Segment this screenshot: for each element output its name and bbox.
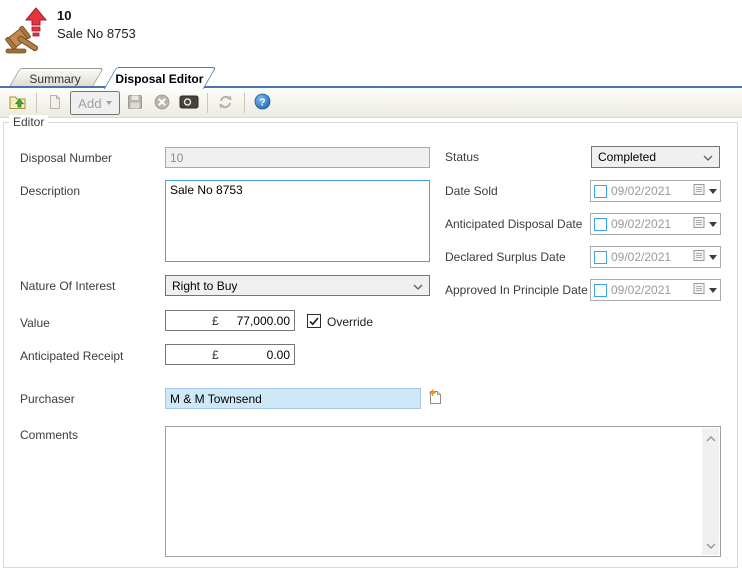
- chevron-down-icon: [703, 150, 713, 164]
- toolbar: Add: [0, 89, 742, 118]
- nature-of-interest-select[interactable]: Right to Buy: [165, 275, 430, 296]
- status-select[interactable]: Completed: [591, 146, 720, 168]
- anticipated-receipt-input[interactable]: £ 0.00: [165, 344, 295, 365]
- cancel-button[interactable]: [150, 91, 174, 115]
- date-dropdown-arrow-icon[interactable]: [709, 189, 717, 194]
- status-label: Status: [445, 150, 479, 164]
- date-sold-label: Date Sold: [445, 184, 498, 198]
- disposal-number-input[interactable]: 10: [165, 147, 430, 168]
- nature-of-interest-value: Right to Buy: [172, 279, 237, 293]
- save-icon: [127, 94, 143, 113]
- date-dropdown-arrow-icon[interactable]: [709, 255, 717, 260]
- disposal-number-value: 10: [170, 151, 183, 165]
- open-folder-icon: [9, 94, 27, 113]
- value-label: Value: [20, 316, 50, 330]
- declared-surplus-date-value: 09/02/2021: [611, 250, 689, 264]
- svg-text:?: ?: [260, 96, 266, 108]
- status-value: Completed: [598, 150, 656, 164]
- purchaser-label: Purchaser: [20, 392, 75, 406]
- comments-textarea[interactable]: [165, 426, 721, 557]
- nature-of-interest-label: Nature Of Interest: [20, 279, 115, 293]
- camera-icon: [179, 94, 199, 113]
- purchaser-input[interactable]: M & M Townsend: [165, 388, 421, 409]
- date-sold-field[interactable]: 09/02/2021: [590, 180, 721, 202]
- anticipated-disposal-date-checkbox[interactable]: [594, 218, 607, 231]
- value-input[interactable]: £ 77,000.00: [165, 310, 295, 331]
- declared-surplus-date-field[interactable]: 09/02/2021: [590, 246, 721, 268]
- save-button[interactable]: [123, 91, 147, 115]
- calendar-icon: [693, 216, 705, 232]
- new-document-icon: [47, 94, 63, 113]
- anticipated-disposal-date-value: 09/02/2021: [611, 217, 689, 231]
- anticipated-disposal-date-label: Anticipated Disposal Date: [445, 217, 582, 231]
- tab-summary[interactable]: Summary: [8, 68, 104, 88]
- chevron-down-icon: [413, 279, 423, 293]
- calendar-icon: [693, 282, 705, 298]
- date-dropdown-arrow-icon[interactable]: [709, 288, 717, 293]
- anticipated-receipt-amount: 0.00: [219, 348, 290, 362]
- scroll-up-icon: [706, 431, 716, 445]
- override-label: Override: [327, 315, 373, 329]
- add-button-label: Add: [78, 96, 102, 111]
- value-amount: 77,000.00: [219, 314, 290, 328]
- purchaser-value: M & M Townsend: [170, 392, 262, 406]
- approved-in-principle-date-label: Approved In Principle Date: [445, 283, 588, 297]
- refresh-button[interactable]: [214, 91, 238, 115]
- disposal-number-label: Disposal Number: [20, 151, 112, 165]
- disposal-editor-window: 10 Sale No 8753 Summary Disposal Editor: [0, 0, 742, 568]
- description-value: Sale No 8753: [170, 183, 243, 197]
- help-icon: ?: [254, 93, 271, 113]
- tab-summary-label: Summary: [30, 72, 81, 86]
- record-id: 10: [57, 8, 71, 23]
- record-title: Sale No 8753: [57, 26, 136, 41]
- cancel-icon: [154, 94, 170, 113]
- approved-in-principle-date-checkbox[interactable]: [594, 284, 607, 297]
- comments-label: Comments: [20, 428, 78, 442]
- open-record-button[interactable]: [6, 91, 30, 115]
- purchaser-lookup-button[interactable]: [426, 390, 444, 408]
- add-button[interactable]: Add: [70, 91, 120, 115]
- calendar-icon: [693, 183, 705, 199]
- purchaser-lookup-icon: [427, 389, 443, 409]
- date-sold-checkbox[interactable]: [594, 185, 607, 198]
- declared-surplus-date-label: Declared Surplus Date: [445, 250, 566, 264]
- anticipated-receipt-label: Anticipated Receipt: [20, 349, 123, 363]
- add-dropdown-icon: [106, 101, 112, 105]
- description-textarea[interactable]: Sale No 8753: [165, 180, 430, 262]
- check-icon: [309, 317, 319, 326]
- new-document-button[interactable]: [43, 91, 67, 115]
- override-checkbox[interactable]: [307, 314, 321, 328]
- approved-in-principle-date-field[interactable]: 09/02/2021: [590, 279, 721, 301]
- toolbar-separator: [207, 93, 208, 113]
- anticipated-disposal-date-field[interactable]: 09/02/2021: [590, 213, 721, 235]
- description-label: Description: [20, 184, 80, 198]
- tab-disposal-editor[interactable]: Disposal Editor: [104, 67, 217, 89]
- tab-disposal-editor-label: Disposal Editor: [116, 72, 204, 86]
- approved-in-principle-date-value: 09/02/2021: [611, 283, 689, 297]
- toolbar-separator: [36, 93, 37, 113]
- toolbar-separator: [244, 93, 245, 113]
- camera-button[interactable]: [177, 91, 201, 115]
- comments-scrollbar[interactable]: [702, 428, 719, 555]
- date-dropdown-arrow-icon[interactable]: [709, 222, 717, 227]
- anticipated-receipt-currency: £: [212, 348, 219, 362]
- groupbox-label: Editor: [9, 115, 48, 129]
- help-button[interactable]: ?: [251, 91, 275, 115]
- declared-surplus-date-checkbox[interactable]: [594, 251, 607, 264]
- auction-gavel-icon: [5, 5, 51, 58]
- date-sold-value: 09/02/2021: [611, 184, 689, 198]
- value-currency: £: [212, 314, 219, 328]
- refresh-icon: [217, 94, 234, 113]
- scroll-down-icon: [706, 538, 716, 552]
- tab-strip: Summary Disposal Editor: [0, 67, 742, 88]
- calendar-icon: [693, 249, 705, 265]
